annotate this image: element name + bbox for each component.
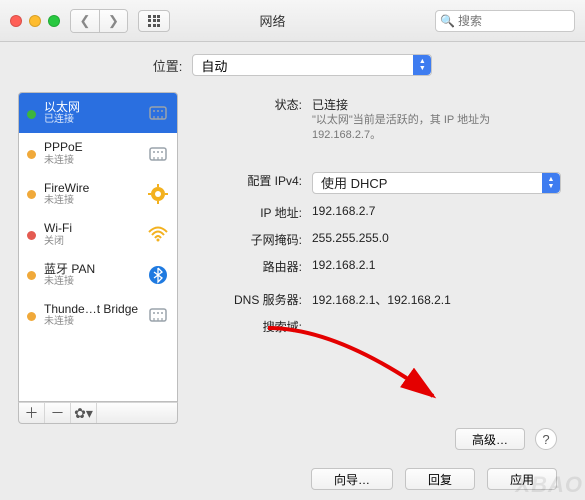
service-name: 以太网 — [44, 100, 139, 114]
mask-label: 子网掩码: — [192, 231, 312, 248]
back-button[interactable]: ❮ — [71, 10, 99, 32]
config-label: 配置 IPv4: — [192, 172, 312, 194]
status-label: 状态: — [192, 96, 312, 144]
service-name: PPPoE — [44, 140, 139, 154]
ip-label: IP 地址: — [192, 204, 312, 221]
chevron-updown-icon: ▲▼ — [542, 173, 560, 193]
status-dot-icon — [27, 190, 36, 199]
location-value: 自动 — [201, 56, 227, 75]
service-actions-button[interactable]: ✿▾ — [71, 403, 97, 423]
searchdomain-value — [312, 318, 561, 335]
status-value: 已连接 — [312, 96, 561, 113]
firewire-icon — [147, 183, 169, 205]
service-name: Thunde…t Bridge — [44, 302, 139, 316]
service-name: 蓝牙 PAN — [44, 262, 139, 276]
revert-button[interactable]: 回复 — [405, 468, 475, 490]
service-status: 已连接 — [44, 114, 139, 126]
help-button[interactable]: ? — [535, 428, 557, 450]
service-item[interactable]: 以太网已连接 — [19, 93, 177, 133]
service-name: FireWire — [44, 181, 139, 195]
service-item[interactable]: FireWire未连接 — [19, 174, 177, 214]
router-value: 192.168.2.1 — [312, 258, 561, 275]
searchdomain-label: 搜索域: — [192, 318, 312, 335]
dns-label: DNS 服务器: — [192, 291, 312, 308]
ethernet-icon — [147, 143, 169, 165]
search-field[interactable]: 🔍 — [435, 10, 575, 32]
location-label: 位置: — [153, 56, 183, 75]
wizard-button[interactable]: 向导… — [311, 468, 393, 490]
service-tools: ＋ － ✿▾ — [18, 402, 178, 424]
service-item[interactable]: Thunde…t Bridge未连接 — [19, 295, 177, 335]
service-item[interactable]: PPPoE未连接 — [19, 133, 177, 173]
service-name: Wi-Fi — [44, 221, 139, 235]
service-status: 关闭 — [44, 236, 139, 248]
ethernet-icon — [147, 304, 169, 326]
status-dot-icon — [27, 231, 36, 240]
ip-value: 192.168.2.7 — [312, 204, 561, 221]
service-list: 以太网已连接PPPoE未连接FireWire未连接Wi-Fi关闭蓝牙 PAN未连… — [18, 92, 178, 402]
grid-icon — [148, 15, 160, 27]
status-dot-icon — [27, 150, 36, 159]
search-icon: 🔍 — [440, 14, 455, 28]
chevron-updown-icon: ▲▼ — [413, 55, 431, 75]
zoom-icon[interactable] — [48, 15, 60, 27]
add-service-button[interactable]: ＋ — [19, 403, 45, 423]
minimize-icon[interactable] — [29, 15, 41, 27]
window-controls[interactable] — [10, 15, 60, 27]
bluetooth-icon — [147, 264, 169, 286]
advanced-button[interactable]: 高级… — [455, 428, 525, 450]
wifi-icon — [147, 223, 169, 245]
service-item[interactable]: Wi-Fi关闭 — [19, 214, 177, 254]
status-dot-icon — [27, 312, 36, 321]
service-status: 未连接 — [44, 195, 139, 207]
close-icon[interactable] — [10, 15, 22, 27]
config-ipv4-value: 使用 DHCP — [321, 173, 387, 192]
router-label: 路由器: — [192, 258, 312, 275]
dns-value: 192.168.2.1、192.168.2.1 — [312, 291, 561, 308]
status-dot-icon — [27, 110, 36, 119]
status-desc: "以太网"当前是活跃的，其 IP 地址为 192.168.2.7。 — [312, 113, 561, 144]
detail-panel: 状态: 已连接 "以太网"当前是活跃的，其 IP 地址为 192.168.2.7… — [192, 92, 567, 424]
service-status: 未连接 — [44, 155, 139, 167]
config-ipv4-select[interactable]: 使用 DHCP ▲▼ — [312, 172, 561, 194]
service-status: 未连接 — [44, 316, 139, 328]
forward-button[interactable]: ❯ — [99, 10, 127, 32]
mask-value: 255.255.255.0 — [312, 231, 561, 248]
search-input[interactable] — [435, 10, 575, 32]
location-select[interactable]: 自动 ▲▼ — [192, 54, 432, 76]
service-item[interactable]: 蓝牙 PAN未连接 — [19, 255, 177, 295]
status-dot-icon — [27, 271, 36, 280]
window-title: 网络 — [180, 11, 425, 30]
nav-buttons: ❮ ❯ — [70, 9, 128, 33]
service-status: 未连接 — [44, 276, 139, 288]
show-all-button[interactable] — [138, 10, 170, 32]
remove-service-button[interactable]: － — [45, 403, 71, 423]
ethernet-icon — [147, 102, 169, 124]
watermark: XBAO — [515, 472, 583, 498]
